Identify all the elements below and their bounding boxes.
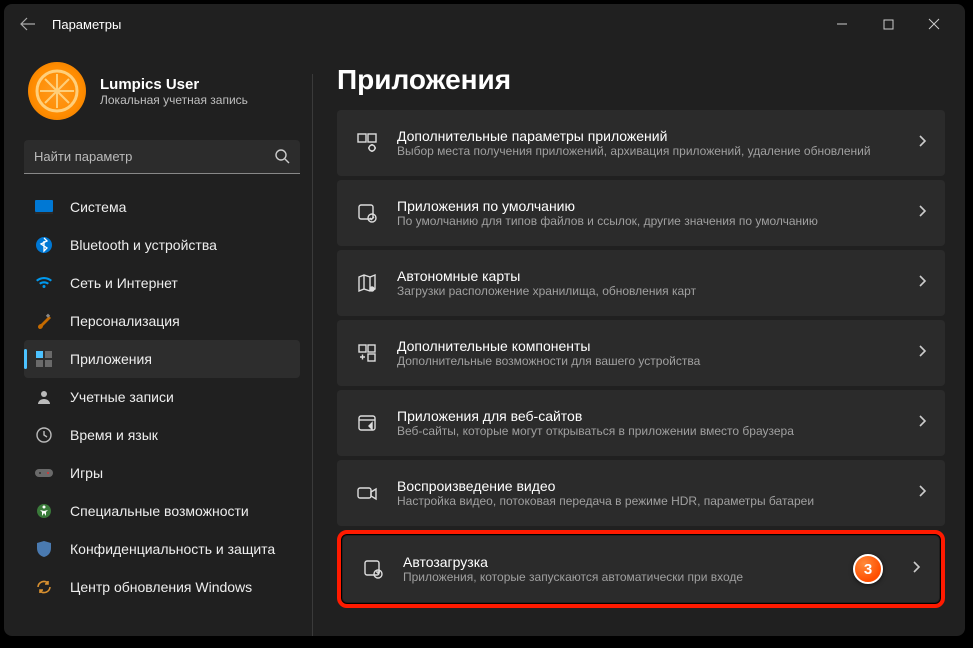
settings-window: Параметры Lumpics User Локальная учетная…: [4, 4, 965, 636]
chevron-right-icon: [917, 204, 927, 223]
search-icon: [274, 148, 290, 169]
close-button[interactable]: [911, 8, 957, 40]
card-subtitle: Дополнительные возможности для вашего ус…: [397, 354, 899, 368]
titlebar: Параметры: [4, 4, 965, 44]
card-subtitle: По умолчанию для типов файлов и ссылок, …: [397, 214, 899, 228]
card-title: Приложения по умолчанию: [397, 198, 899, 214]
gamepad-icon: [34, 463, 54, 483]
card-advanced-app-settings[interactable]: Дополнительные параметры приложений Выбо…: [337, 110, 945, 176]
sidebar-item-time-language[interactable]: Время и язык: [24, 416, 300, 454]
step-badge: 3: [853, 554, 883, 584]
card-subtitle: Настройка видео, потоковая передача в ре…: [397, 494, 899, 508]
sidebar-item-label: Система: [70, 199, 126, 215]
app-settings-icon: [355, 131, 379, 155]
card-video-playback[interactable]: Воспроизведение видео Настройка видео, п…: [337, 460, 945, 526]
clock-icon: [34, 425, 54, 445]
card-title: Дополнительные компоненты: [397, 338, 899, 354]
search-box: [24, 140, 300, 174]
sidebar-item-apps[interactable]: Приложения: [24, 340, 300, 378]
update-icon: [34, 577, 54, 597]
sidebar-item-label: Центр обновления Windows: [70, 579, 252, 595]
sidebar-item-gaming[interactable]: Игры: [24, 454, 300, 492]
wifi-icon: [34, 273, 54, 293]
chevron-right-icon: [917, 484, 927, 503]
sidebar-item-label: Приложения: [70, 351, 152, 367]
card-optional-features[interactable]: Дополнительные компоненты Дополнительные…: [337, 320, 945, 386]
card-subtitle: Приложения, которые запускаются автомати…: [403, 570, 893, 584]
sidebar-item-system[interactable]: Система: [24, 188, 300, 226]
sidebar-item-label: Bluetooth и устройства: [70, 237, 217, 253]
sidebar-item-label: Конфиденциальность и защита: [70, 541, 275, 557]
sidebar-item-label: Учетные записи: [70, 389, 174, 405]
card-apps-for-websites[interactable]: Приложения для веб-сайтов Веб-сайты, кот…: [337, 390, 945, 456]
video-icon: [355, 481, 379, 505]
bluetooth-icon: [34, 235, 54, 255]
search-input[interactable]: [24, 140, 300, 174]
sidebar-item-personalization[interactable]: Персонализация: [24, 302, 300, 340]
sidebar-item-label: Сеть и Интернет: [70, 275, 178, 291]
card-title: Автономные карты: [397, 268, 899, 284]
sidebar-item-bluetooth[interactable]: Bluetooth и устройства: [24, 226, 300, 264]
card-startup[interactable]: Автозагрузка Приложения, которые запуска…: [343, 536, 939, 602]
person-icon: [34, 387, 54, 407]
card-subtitle: Выбор места получения приложений, архива…: [397, 144, 899, 158]
card-subtitle: Загрузки расположение хранилища, обновле…: [397, 284, 899, 298]
sidebar-item-label: Игры: [70, 465, 103, 481]
highlight-box: Автозагрузка Приложения, которые запуска…: [337, 530, 945, 608]
sidebar-item-windows-update[interactable]: Центр обновления Windows: [24, 568, 300, 606]
sidebar-item-label: Специальные возможности: [70, 503, 249, 519]
user-subtitle: Локальная учетная запись: [100, 93, 248, 107]
main-content: Приложения Дополнительные параметры прил…: [313, 44, 965, 636]
back-button[interactable]: [12, 8, 44, 40]
default-apps-icon: [355, 201, 379, 225]
card-offline-maps[interactable]: Автономные карты Загрузки расположение х…: [337, 250, 945, 316]
card-title: Воспроизведение видео: [397, 478, 899, 494]
paintbrush-icon: [34, 311, 54, 331]
card-title: Приложения для веб-сайтов: [397, 408, 899, 424]
minimize-button[interactable]: [819, 8, 865, 40]
card-default-apps[interactable]: Приложения по умолчанию По умолчанию для…: [337, 180, 945, 246]
sidebar-item-privacy[interactable]: Конфиденциальность и защита: [24, 530, 300, 568]
sidebar-item-accounts[interactable]: Учетные записи: [24, 378, 300, 416]
features-icon: [355, 341, 379, 365]
user-name: Lumpics User: [100, 76, 248, 93]
card-title: Автозагрузка: [403, 554, 893, 570]
card-subtitle: Веб-сайты, которые могут открываться в п…: [397, 424, 899, 438]
sidebar-nav: Система Bluetooth и устройства Сеть и Ин…: [24, 188, 300, 606]
window-controls: [819, 8, 957, 40]
accessibility-icon: [34, 501, 54, 521]
sidebar-item-accessibility[interactable]: Специальные возможности: [24, 492, 300, 530]
shield-icon: [34, 539, 54, 559]
user-block[interactable]: Lumpics User Локальная учетная запись: [24, 44, 300, 140]
chevron-right-icon: [911, 560, 921, 579]
startup-icon: [361, 557, 385, 581]
website-app-icon: [355, 411, 379, 435]
avatar: [28, 62, 86, 120]
sidebar: Lumpics User Локальная учетная запись Си…: [4, 44, 312, 636]
card-title: Дополнительные параметры приложений: [397, 128, 899, 144]
chevron-right-icon: [917, 274, 927, 293]
page-title: Приложения: [337, 64, 945, 96]
display-icon: [34, 197, 54, 217]
apps-icon: [34, 349, 54, 369]
sidebar-item-network[interactable]: Сеть и Интернет: [24, 264, 300, 302]
window-title: Параметры: [52, 17, 121, 32]
chevron-right-icon: [917, 344, 927, 363]
sidebar-item-label: Время и язык: [70, 427, 158, 443]
maximize-button[interactable]: [865, 8, 911, 40]
map-icon: [355, 271, 379, 295]
chevron-right-icon: [917, 414, 927, 433]
chevron-right-icon: [917, 134, 927, 153]
sidebar-item-label: Персонализация: [70, 313, 180, 329]
